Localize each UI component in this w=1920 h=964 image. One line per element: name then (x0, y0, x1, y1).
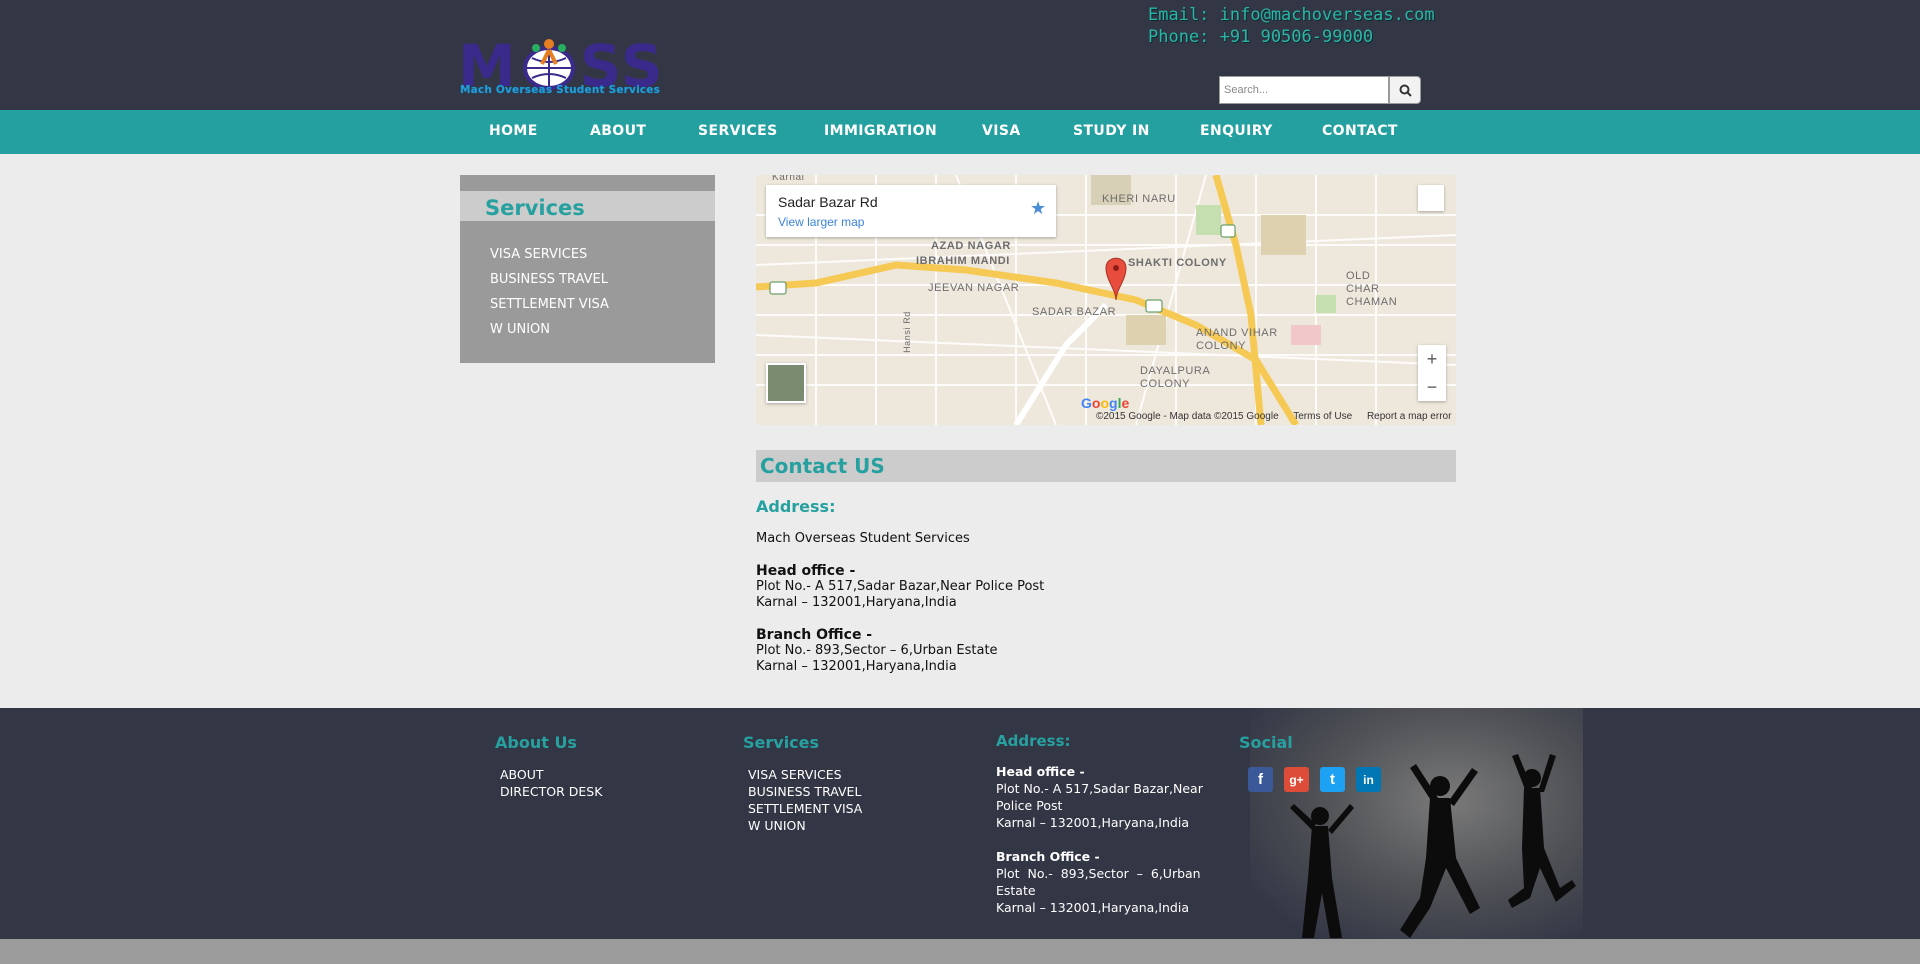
head-office-line1: Plot No.- A 517,Sadar Bazar,Near Police … (756, 579, 1045, 594)
footer-link-director-desk[interactable]: DIRECTOR DESK (500, 784, 602, 799)
footer-branch-office-label: Branch Office - (996, 849, 1100, 864)
map-attribution: ©2015 Google - Map data ©2015 Google Ter… (1096, 411, 1456, 422)
map-label-ibrahim-mandi: IBRAHIM MANDI (916, 255, 1010, 267)
map-label-sadar-bazar: SADAR BAZAR (1032, 306, 1117, 318)
map-label-azad-nagar: AZAD NAGAR (931, 240, 1011, 252)
site-logo[interactable]: M SS Mach Overseas Student Services (458, 8, 670, 100)
jumping-people-image (1250, 708, 1583, 939)
header-contact-info: Email: info@machoverseas.com Phone: +91 … (1148, 4, 1435, 48)
footer-head-office-label: Head office - (996, 764, 1085, 779)
map-copyright: ©2015 Google - Map data ©2015 Google (1096, 411, 1279, 422)
sidebar-title: Services (485, 196, 585, 220)
footer-head-office-line1: Plot No.- A 517,Sadar Bazar,Near (996, 781, 1203, 796)
footer-link-business-travel[interactable]: BUSINESS TRAVEL (748, 784, 861, 799)
linkedin-icon[interactable]: in (1356, 767, 1381, 792)
footer-about-heading: About Us (495, 733, 577, 752)
sidebar-item-w-union[interactable]: W UNION (490, 322, 550, 337)
facebook-icon[interactable]: f (1248, 767, 1273, 792)
save-star-icon[interactable]: ★ (1030, 198, 1046, 219)
header-phone[interactable]: Phone: +91 90506-99000 (1148, 26, 1435, 48)
street-view-pegman-icon[interactable] (1418, 185, 1444, 211)
head-office-label: Head office - (756, 563, 856, 579)
contact-title: Contact US (760, 454, 885, 478)
silhouette-graphic (1290, 754, 1576, 938)
nav-study-in[interactable]: STUDY IN (1073, 123, 1150, 139)
map-report-link[interactable]: Report a map error (1367, 411, 1451, 422)
branch-office-label: Branch Office - (756, 627, 873, 643)
zoom-in-button[interactable]: + (1418, 345, 1446, 373)
branch-office-line1: Plot No.- 893,Sector – 6,Urban Estate (756, 643, 998, 658)
map-place-card: Sadar Bazar Rd View larger map ★ (766, 185, 1056, 237)
footer-head-office-line3: Karnal – 132001,Haryana,India (996, 815, 1189, 830)
main-nav: HOME ABOUT SERVICES IMMIGRATION VISA STU… (0, 110, 1920, 154)
head-office-line2: Karnal – 132001,Haryana,India (756, 595, 957, 610)
map-terms-link[interactable]: Terms of Use (1293, 411, 1352, 422)
footer-branch-office-line3: Karnal – 132001,Haryana,India (996, 900, 1189, 915)
map-label-shakti-colony: SHAKTI COLONY (1128, 257, 1227, 269)
footer-link-visa-services[interactable]: VISA SERVICES (748, 767, 842, 782)
services-sidebar: Services VISA SERVICES BUSINESS TRAVEL S… (460, 175, 715, 363)
map-label-old-char-chaman: OLD CHAR CHAMAN (1346, 270, 1398, 308)
map-label-hansi-rd: Hansi Rd (901, 311, 912, 353)
zoom-out-button[interactable]: − (1418, 373, 1446, 401)
sidebar-item-visa-services[interactable]: VISA SERVICES (490, 247, 587, 262)
branch-office-line2: Karnal – 132001,Haryana,India (756, 659, 957, 674)
satellite-toggle[interactable] (766, 363, 806, 403)
nav-enquiry[interactable]: ENQUIRY (1200, 123, 1273, 139)
sidebar-item-business-travel[interactable]: BUSINESS TRAVEL (490, 272, 608, 287)
sidebar-item-settlement-visa[interactable]: SETTLEMENT VISA (490, 297, 609, 312)
nav-services[interactable]: SERVICES (698, 123, 778, 139)
nav-visa[interactable]: VISA (982, 123, 1021, 139)
nav-home[interactable]: HOME (489, 123, 538, 139)
footer-link-about[interactable]: ABOUT (500, 767, 544, 782)
google-plus-icon[interactable]: g+ (1284, 767, 1309, 792)
footer-link-w-union[interactable]: W UNION (748, 818, 806, 833)
company-name: Mach Overseas Student Services (756, 531, 970, 546)
map-zoom-control: + − (1418, 345, 1446, 401)
google-logo: Google (1081, 395, 1130, 411)
search-button[interactable] (1389, 76, 1421, 104)
footer-link-settlement-visa[interactable]: SETTLEMENT VISA (748, 801, 862, 816)
map-label-kheri-naru: KHERI NARU (1102, 193, 1176, 205)
map-label-dayalpura-colony: DAYALPURA COLONY (1140, 365, 1210, 390)
footer-branch-office-line1: Plot No.- 893,Sector – 6,Urban (996, 866, 1201, 881)
map-label-jeevan-nagar: JEEVAN NAGAR (928, 282, 1020, 294)
site-header: M SS Mach Overseas Student Services Emai… (0, 0, 1920, 110)
logo-tagline: Mach Overseas Student Services (460, 84, 661, 96)
footer-branch-office-line2: Estate (996, 883, 1036, 898)
search-icon (1399, 84, 1412, 97)
footer-bottom-bar (0, 939, 1920, 964)
footer-social-heading: Social (1239, 733, 1293, 752)
nav-about[interactable]: ABOUT (590, 123, 646, 139)
address-heading: Address: (756, 497, 836, 516)
google-map[interactable]: KHERI NARU AZAD NAGAR IBRAHIM MANDI SHAK… (756, 175, 1456, 425)
search-input[interactable]: Search... (1219, 76, 1389, 104)
nav-contact[interactable]: CONTACT (1322, 123, 1398, 139)
header-email[interactable]: Email: info@machoverseas.com (1148, 4, 1435, 26)
footer-address-heading: Address: (996, 732, 1071, 750)
sidebar-top-bar (460, 175, 715, 191)
view-larger-map-link[interactable]: View larger map (778, 215, 864, 229)
footer-services-heading: Services (743, 733, 820, 752)
map-place-name: Sadar Bazar Rd (778, 194, 878, 210)
footer-head-office-line2: Police Post (996, 798, 1063, 813)
site-footer (0, 708, 1920, 939)
map-label-karnal: Karnal (772, 175, 805, 183)
nav-immigration[interactable]: IMMIGRATION (824, 123, 937, 139)
twitter-icon[interactable]: t (1320, 767, 1345, 792)
map-label-anand-vihar-colony: ANAND VIHAR COLONY (1196, 327, 1278, 352)
